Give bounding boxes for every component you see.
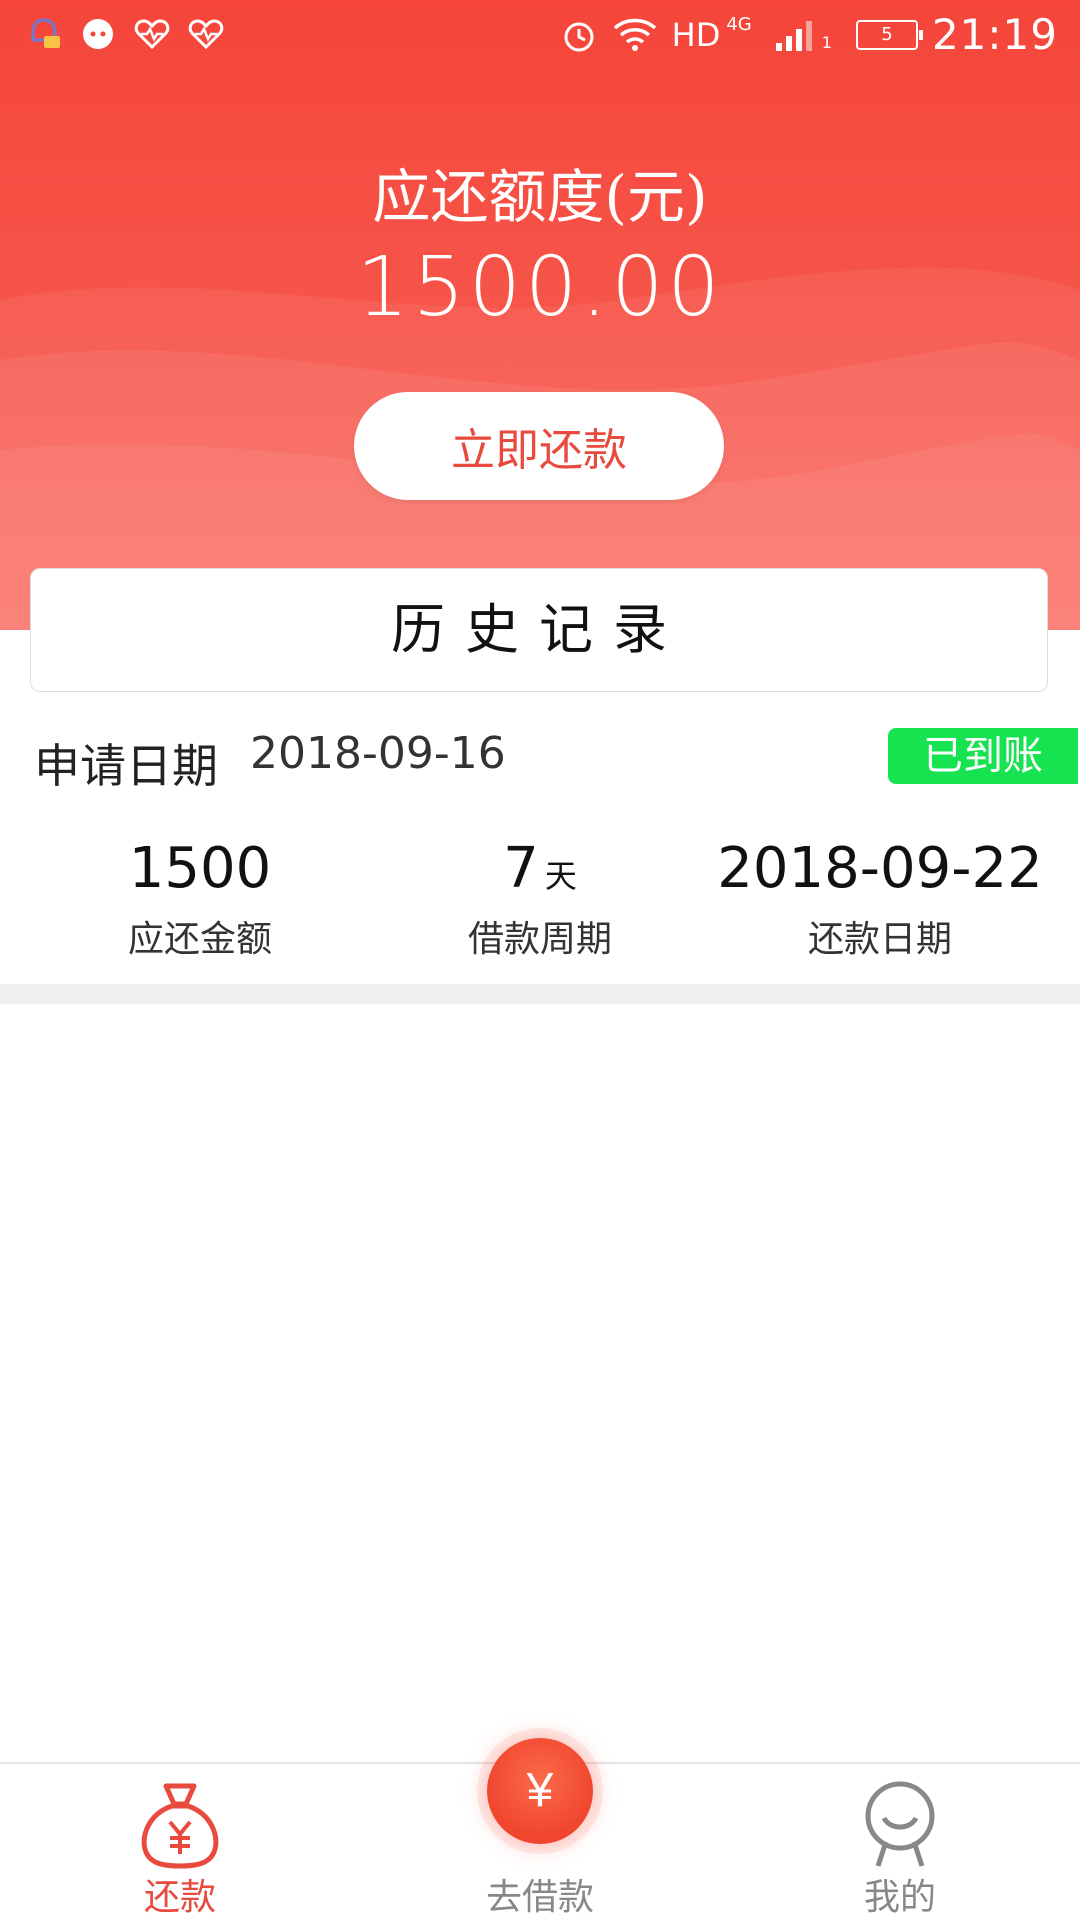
nav-mine-label: 我的 xyxy=(863,1877,936,1918)
stat-period: 7天 借款周期 xyxy=(370,834,710,962)
heart-rate-icon xyxy=(134,19,170,50)
status-bar: HD 4G 1 5 21:19 xyxy=(0,0,1080,72)
repay-date-label: 还款日期 xyxy=(807,919,952,960)
nav-borrow-label: 去借款 xyxy=(485,1877,594,1918)
loan-period-unit: 天 xyxy=(544,857,577,895)
due-amount-label: 应还额度(元) xyxy=(372,163,708,231)
battery-level: 5 xyxy=(881,23,893,45)
nav-repay[interactable]: 还款 xyxy=(0,1764,360,1920)
sim-slot: 1 xyxy=(821,33,832,52)
apply-date-label: 申请日期 xyxy=(34,739,218,793)
section-divider xyxy=(0,984,1080,1004)
clock: 21:19 xyxy=(931,10,1058,59)
apply-date-value: 2018-09-16 xyxy=(250,728,506,779)
user-icon xyxy=(865,1781,935,1867)
yen-coin-icon[interactable]: ¥ xyxy=(487,1738,593,1844)
loan-period-label: 借款周期 xyxy=(467,919,612,960)
loan-record[interactable]: 申请日期 2018-09-16 已到账 1500 应还金额 7天 借款周期 20… xyxy=(0,708,1080,984)
hero-header: HD 4G 1 5 21:19 应还额度(元) 1500.00 立即还款 xyxy=(0,0,1080,630)
alarm-icon xyxy=(564,22,594,51)
wifi-icon xyxy=(613,18,656,51)
repay-date-value: 2018-09-22 xyxy=(717,836,1043,901)
due-amount-value: 1500.00 xyxy=(356,240,724,335)
repay-amount-label: 应还金额 xyxy=(127,919,272,960)
loan-period-value: 7 xyxy=(503,836,539,901)
heart-rate-icon xyxy=(188,19,224,50)
history-record-header[interactable]: 历史记录 xyxy=(30,568,1048,692)
stat-due-date: 2018-09-22 还款日期 xyxy=(710,834,1050,962)
network-type: HD xyxy=(671,15,721,54)
nav-mine[interactable]: 我的 xyxy=(720,1764,1080,1920)
battery-icon: 5 xyxy=(855,19,923,50)
repay-now-button[interactable]: 立即还款 xyxy=(354,392,724,500)
chat-icon xyxy=(83,19,113,49)
notification-app-icon xyxy=(31,18,60,48)
stat-amount: 1500 应还金额 xyxy=(30,834,370,962)
signal-icon xyxy=(775,20,812,51)
money-bag-icon xyxy=(141,1783,219,1869)
network-gen: 4G xyxy=(726,14,752,35)
status-badge: 已到账 xyxy=(888,728,1078,784)
nav-repay-label: 还款 xyxy=(143,1877,216,1918)
repay-amount-value: 1500 xyxy=(128,836,272,901)
